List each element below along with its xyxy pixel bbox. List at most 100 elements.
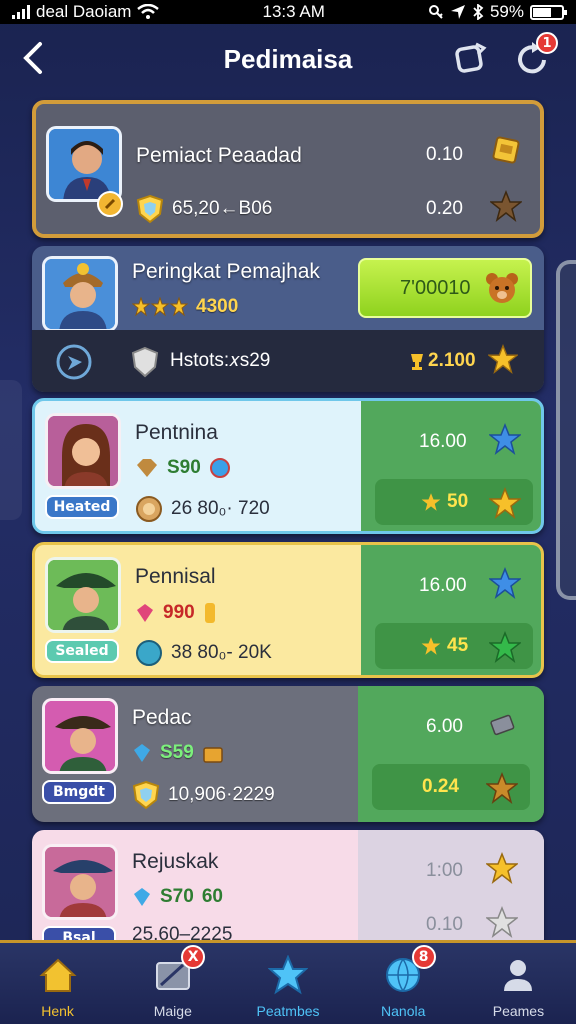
leaderboard-row[interactable]: Sealed Pennisal 990 38 80₀- 20K 16.00 45	[32, 542, 544, 678]
silver-star-icon	[486, 906, 518, 938]
carrier-name: deal Daoiam	[36, 2, 132, 21]
player-gems: 990	[135, 601, 217, 625]
blue-star-icon	[489, 567, 521, 599]
globe-coin-icon	[136, 640, 162, 666]
nav-globe[interactable]: 8 Nanola	[346, 943, 461, 1024]
score-top: 16.00	[419, 431, 467, 452]
bronze-star-icon	[490, 190, 522, 222]
gems-value: 990	[163, 602, 195, 623]
stat-value: 10,906·2229	[168, 784, 275, 805]
gems-value-2: 60	[201, 886, 223, 907]
app-header: Pedimaisa 1	[0, 24, 576, 94]
player-tag: Bmgdt	[42, 780, 116, 804]
shield-icon	[136, 194, 164, 224]
player-stat: 26 80₀· 720	[135, 495, 270, 523]
stat-value: 38 80₀- 20K	[171, 642, 272, 663]
player-name: Pentnina	[135, 421, 218, 444]
player-stat: 10,906·2229	[132, 780, 275, 810]
nav-label: Peatmbes	[256, 1003, 320, 1019]
gold-bar-icon	[204, 603, 215, 623]
green-star-icon	[489, 631, 521, 663]
gold-card-icon	[492, 136, 520, 164]
player-name: Pedac	[132, 706, 192, 729]
bear-icon	[486, 273, 518, 303]
play-arrow-icon[interactable]	[54, 342, 94, 382]
shield-icon	[132, 780, 160, 810]
back-arrow-icon[interactable]	[18, 38, 48, 78]
score-top: 1:00	[426, 860, 463, 881]
leaderboard-row[interactable]: Peringkat Pemajhak 4300 7'00010 Hstots:𝑥…	[32, 246, 544, 392]
player-gems: S90	[135, 457, 231, 479]
player-gems: S59	[132, 742, 224, 764]
battery-icon	[529, 4, 567, 20]
gold-star-icon	[421, 637, 441, 655]
refresh-button[interactable]: 1	[514, 32, 558, 78]
leaderboard-row[interactable]: Pemiact Peaadad 65,20←B06 0.10 0.20	[32, 100, 544, 238]
player-stat: 38 80₀- 20K	[135, 639, 272, 667]
bronze-star-icon	[486, 772, 518, 804]
lion-coin-icon	[136, 496, 162, 522]
leaderboard-row[interactable]: Bsal Rejuskak S70 60 25.60–2225 1:00 0.1…	[32, 830, 544, 950]
card-swap-icon	[455, 42, 487, 73]
sapphire-icon	[134, 744, 150, 762]
leaderboard-row[interactable]: Bmgdt Pedac S59 10,906·2229 6.00 0.24	[32, 686, 544, 822]
treasure-chest-icon	[203, 747, 223, 763]
score-bottom: 0.10	[426, 914, 463, 935]
player-name: Peringkat Pemajhak	[132, 260, 320, 283]
player-name: Rejuskak	[132, 850, 219, 873]
player-name: Pemiact Peaadad	[136, 144, 302, 167]
ruby-icon	[137, 604, 153, 622]
profile-icon	[504, 960, 533, 991]
player-gems: S70 60	[132, 886, 223, 908]
silver-shield-icon	[131, 346, 159, 378]
nav-label: Peames	[492, 1003, 545, 1019]
home-icon	[39, 958, 77, 992]
pill-value: 45	[447, 635, 469, 656]
signal-icon	[12, 5, 30, 19]
card-swap-button[interactable]	[452, 40, 490, 78]
nav-label: Maige	[153, 1003, 192, 1019]
gold-star-icon	[421, 493, 441, 511]
player-name: Pennisal	[135, 565, 216, 588]
pill-value: 0.24	[422, 776, 459, 797]
stat-value: 26 80₀· 720	[171, 498, 270, 519]
gold-star-icon	[486, 852, 518, 884]
nav-label: Nanola	[381, 1003, 426, 1019]
player-stat: 65,20←B06	[136, 194, 272, 224]
notification-badge: 1	[536, 32, 558, 54]
key-icon	[428, 5, 443, 19]
gems-value: S90	[167, 457, 201, 478]
leaderboard-row[interactable]: Heated Pentnina S90 26 80₀· 720 16.00 50	[32, 398, 544, 534]
nav-label: Henk	[41, 1003, 74, 1019]
player-avatar	[42, 844, 118, 920]
stat-value: 65,20←B06	[172, 198, 273, 219]
rank-badge-value: 7'00010	[400, 277, 471, 299]
battery-percent: 59%	[489, 2, 524, 21]
clock: 13:3 AM	[262, 2, 325, 21]
star-badge-icon	[268, 955, 308, 995]
nav-badge: 8	[411, 945, 436, 969]
nav-image[interactable]: X Maige	[115, 943, 230, 1024]
player-avatar	[45, 557, 121, 633]
page-title: Pedimaisa	[223, 43, 353, 74]
status-bar: deal Daoiam 13:3 AM 59%	[0, 0, 576, 24]
side-scroll-handle[interactable]	[556, 260, 576, 600]
coin-badge-icon	[97, 191, 123, 217]
sub-row: Hstots:𝑥s29 2.100	[32, 330, 544, 392]
stamp-icon	[490, 714, 515, 736]
gems-value: S70	[160, 886, 194, 907]
pill-value: 50	[447, 491, 469, 512]
nav-features[interactable]: Peatmbes	[230, 943, 345, 1024]
sub-label: Hstots:𝑥s29	[170, 350, 271, 371]
player-avatar	[42, 256, 118, 332]
gold-burst-star-icon	[489, 487, 521, 519]
nav-home[interactable]: Henk	[0, 943, 115, 1024]
gold-trophy-icon	[411, 354, 423, 370]
blue-orb-icon	[209, 458, 230, 478]
sapphire-icon	[134, 888, 150, 906]
nav-badge: X	[181, 945, 206, 969]
player-avatar	[45, 413, 121, 489]
score-top: 16.00	[419, 575, 467, 596]
location-icon	[450, 5, 465, 19]
nav-profile[interactable]: Peames	[461, 943, 576, 1024]
